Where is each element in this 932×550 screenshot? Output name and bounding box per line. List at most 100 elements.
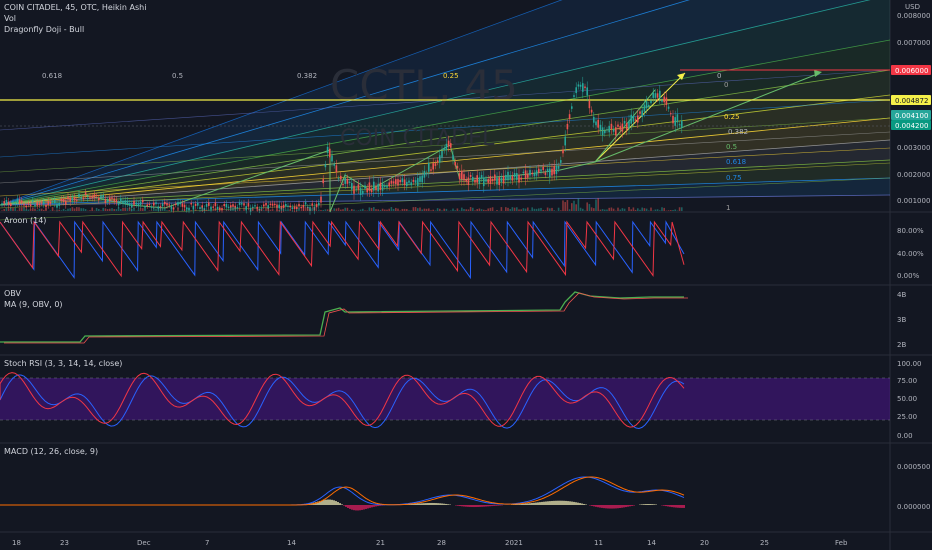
candle <box>106 200 109 203</box>
macd-histogram-bar <box>591 505 593 506</box>
candle <box>93 194 96 198</box>
macd-histogram-bar <box>599 505 601 508</box>
candle <box>483 177 485 187</box>
volume-bar <box>98 209 100 211</box>
volume-bar <box>238 207 241 211</box>
macd-histogram-bar <box>643 504 645 505</box>
candle <box>538 168 540 173</box>
volume-bar <box>335 208 338 211</box>
volume-bar <box>280 207 283 211</box>
volume-bar <box>60 210 63 211</box>
candle <box>458 173 461 179</box>
candle <box>225 203 228 208</box>
candle <box>599 124 602 131</box>
volume-bar <box>667 210 670 211</box>
candle <box>648 104 650 107</box>
volume-bar <box>181 209 184 211</box>
macd-histogram-bar <box>655 504 657 505</box>
macd-histogram-bar <box>617 505 619 509</box>
volume-bar <box>289 209 291 211</box>
macd-title[interactable]: MACD (12, 26, close, 9) <box>4 447 98 457</box>
macd-histogram-bar <box>653 504 655 505</box>
volume-bar <box>357 210 360 211</box>
symbol-title[interactable]: COIN CITADEL, 45, OTC, Heikin Ashi <box>4 3 146 13</box>
volume-bar <box>597 198 599 211</box>
candle <box>80 197 82 199</box>
volume-bar <box>245 207 247 211</box>
volume-bar <box>560 210 562 211</box>
candle <box>597 119 599 128</box>
candle <box>150 206 153 208</box>
macd-histogram-bar <box>475 505 477 508</box>
candle <box>227 206 230 208</box>
volume-bar <box>128 207 131 211</box>
volume-bar <box>575 204 577 211</box>
candle <box>194 203 197 206</box>
candle <box>49 201 52 204</box>
volume-bar <box>170 208 173 211</box>
aroon-tick: 40.00% <box>897 250 924 258</box>
volume-bar <box>142 208 144 211</box>
candle <box>87 197 89 200</box>
candle <box>406 181 408 187</box>
currency-label: USD <box>905 3 920 11</box>
candle <box>326 146 329 153</box>
candle <box>177 202 179 206</box>
candle <box>311 203 313 206</box>
volume-bar <box>194 209 197 211</box>
volume-bar <box>333 208 335 211</box>
candle <box>98 198 100 201</box>
volume-bar <box>681 207 683 211</box>
stoch-tick: 25.00 <box>897 413 917 421</box>
macd-histogram-bar <box>521 503 523 505</box>
candle <box>298 203 300 207</box>
volume-bar <box>302 207 305 211</box>
macd-histogram-bar <box>595 505 597 507</box>
candle <box>137 203 140 207</box>
candle <box>513 172 516 178</box>
volume-bar <box>139 208 142 211</box>
candle <box>623 120 626 124</box>
candle <box>285 203 287 207</box>
macd-histogram-bar <box>611 505 613 509</box>
volume-bar <box>456 208 459 211</box>
obv-ma-title[interactable]: MA (9, OBV, 0) <box>4 300 63 310</box>
watermark-sub: COIN CITADEL <box>340 126 495 151</box>
volume-bar <box>234 207 236 211</box>
macd-histogram-bar <box>577 502 579 505</box>
volume-bar <box>395 207 397 211</box>
candle <box>216 206 219 210</box>
candle <box>562 149 564 154</box>
candle <box>595 121 597 126</box>
candle <box>65 200 67 205</box>
obv-title[interactable]: OBV <box>4 289 21 299</box>
candle <box>1 203 3 205</box>
volume-bar <box>153 207 155 211</box>
vol-label[interactable]: Vol <box>4 14 16 24</box>
pattern-label[interactable]: Dragonfly Doji - Bull <box>4 25 84 35</box>
volume-bar <box>348 210 351 211</box>
candle <box>269 203 272 205</box>
macd-histogram-bar <box>605 505 607 509</box>
candle <box>115 199 118 203</box>
candle <box>89 195 91 198</box>
volume-bar <box>599 209 602 211</box>
candle <box>175 203 177 205</box>
volume-bar <box>467 209 470 211</box>
volume-bar <box>632 207 635 211</box>
candle <box>441 150 443 158</box>
chart-canvas[interactable]: CCTL, 45 COIN CITADEL 0.618 0.5 0.382 0.25 0… <box>0 0 932 550</box>
candle <box>632 116 635 122</box>
volume-bar <box>100 210 102 211</box>
volume-bar <box>381 208 384 211</box>
candle <box>641 110 643 117</box>
macd-histogram-bar <box>607 505 609 509</box>
candle <box>663 96 665 103</box>
macd-histogram-bar <box>457 505 459 506</box>
stoch-title[interactable]: Stoch RSI (3, 3, 14, 14, close) <box>4 359 122 369</box>
volume-bar <box>672 210 674 211</box>
candle <box>131 204 133 208</box>
volume-bar <box>509 209 511 211</box>
candle <box>324 164 327 168</box>
aroon-title[interactable]: Aroon (14) <box>4 216 46 226</box>
